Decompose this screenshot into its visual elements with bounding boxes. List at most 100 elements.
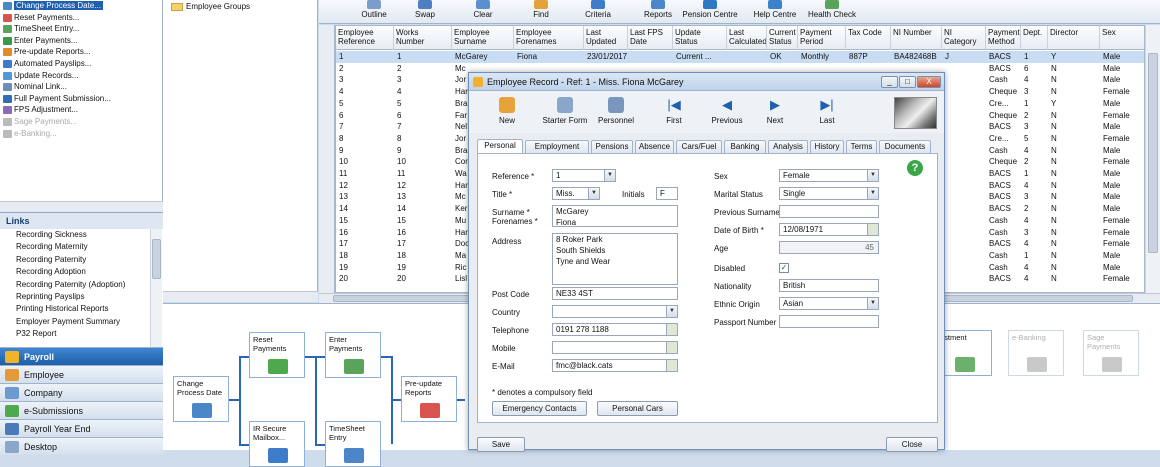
nav-payroll-year-end[interactable]: Payroll Year End bbox=[0, 419, 163, 437]
process-item[interactable]: Pre-update Reports... bbox=[0, 46, 162, 58]
grid-column-header[interactable]: Current Status bbox=[767, 26, 798, 50]
dropdown-arrow-icon[interactable]: ▼ bbox=[867, 188, 878, 199]
toolbar-swap-button[interactable]: Swap bbox=[396, 0, 454, 22]
disabled-checkbox[interactable]: ✓ bbox=[779, 263, 789, 273]
nationality-field[interactable]: British bbox=[779, 279, 879, 292]
nav-company[interactable]: Company bbox=[0, 383, 163, 401]
grid-vertical-scrollbar[interactable] bbox=[1145, 25, 1160, 293]
surname-forenames-field[interactable]: McGarey Fiona bbox=[552, 205, 678, 227]
tree-item-employee-groups[interactable]: Employee Groups bbox=[171, 2, 250, 11]
link-item[interactable]: Reprinting Payslips bbox=[0, 291, 163, 303]
process-item[interactable]: FPS Adjustment... bbox=[0, 104, 162, 116]
email-field[interactable]: fmc@black.cats bbox=[552, 359, 678, 372]
dropdown-arrow-icon[interactable]: ▼ bbox=[867, 170, 878, 181]
grid-column-header[interactable]: Tax Code bbox=[846, 26, 891, 50]
table-row[interactable]: 1 1 McGarey Fiona 23/01/2017 Current ... OK Mon… bbox=[336, 51, 1144, 63]
dialog-starter-form-button[interactable]: Starter Form bbox=[541, 97, 589, 125]
grid-column-header[interactable]: Dept. bbox=[1021, 26, 1048, 50]
tab-absence[interactable]: Absence bbox=[635, 140, 674, 153]
process-tree-scrollbar[interactable] bbox=[0, 201, 163, 212]
address-field[interactable]: 8 Roker Park South Shields Tyne and Wear bbox=[552, 233, 678, 285]
process-item[interactable]: Update Records... bbox=[0, 70, 162, 82]
dialog-previous-button[interactable]: ◀ Previous bbox=[707, 97, 747, 125]
process-item[interactable]: Full Payment Submission... bbox=[0, 93, 162, 105]
calendar-icon[interactable] bbox=[867, 224, 878, 235]
toolbar-health-check-button[interactable]: Health Check bbox=[803, 0, 861, 22]
grid-column-header[interactable]: Sex bbox=[1100, 26, 1144, 50]
dropdown-arrow-icon[interactable]: ▼ bbox=[867, 298, 878, 309]
grid-column-header[interactable]: Last Updated bbox=[584, 26, 628, 50]
workflow-step[interactable]: Change Process Date bbox=[173, 376, 229, 422]
toolbar-pension-centre-button[interactable]: Pension Centre bbox=[681, 0, 739, 22]
folder-tree-scrollbar[interactable] bbox=[163, 291, 318, 302]
grid-column-header[interactable]: Last Calculated bbox=[727, 26, 767, 50]
link-item[interactable]: Printing Historical Reports bbox=[0, 303, 163, 315]
country-select[interactable]: ▼ bbox=[552, 305, 678, 318]
phone-icon[interactable] bbox=[666, 342, 677, 353]
grid-column-header[interactable]: Employee Surname bbox=[452, 26, 514, 50]
reference-select[interactable]: 1 ▼ bbox=[552, 169, 616, 182]
dialog-last-button[interactable]: ▶| Last bbox=[812, 97, 842, 125]
toolbar-help-centre-button[interactable]: Help Centre bbox=[746, 0, 804, 22]
telephone-field[interactable]: 0191 278 1188 bbox=[552, 323, 678, 336]
toolbar-outline-button[interactable]: Outline bbox=[345, 0, 403, 22]
process-item[interactable]: Nominal Link... bbox=[0, 81, 162, 93]
link-item[interactable]: Recording Maternity bbox=[0, 241, 163, 253]
grid-column-header[interactable]: Payment Method bbox=[986, 26, 1021, 50]
process-item[interactable]: Automated Payslips... bbox=[0, 58, 162, 70]
toolbar-reports-button[interactable]: Reports bbox=[629, 0, 687, 22]
previous-surname-field[interactable] bbox=[779, 205, 879, 218]
dialog-next-button[interactable]: ▶ Next bbox=[760, 97, 790, 125]
link-item[interactable]: P32 Report bbox=[0, 328, 163, 340]
workflow-step[interactable]: TimeSheet Entry bbox=[325, 421, 381, 467]
tab-documents[interactable]: Documents bbox=[879, 140, 931, 153]
process-item[interactable]: Reset Payments... bbox=[0, 12, 162, 24]
personal-cars-button[interactable]: Personal Cars bbox=[597, 401, 678, 416]
minimize-button[interactable]: _ bbox=[881, 76, 898, 88]
workflow-step[interactable]: Reset Payments bbox=[249, 332, 305, 378]
toolbar-clear-button[interactable]: Clear bbox=[454, 0, 512, 22]
toolbar-criteria-button[interactable]: Criteria bbox=[569, 0, 627, 22]
postcode-field[interactable]: NE33 4ST bbox=[552, 287, 678, 300]
passport-number-field[interactable] bbox=[779, 315, 879, 328]
emergency-contacts-button[interactable]: Emergency Contacts bbox=[492, 401, 587, 416]
links-scrollbar[interactable] bbox=[150, 229, 162, 347]
mobile-field[interactable] bbox=[552, 341, 678, 354]
grid-column-header[interactable]: Director bbox=[1048, 26, 1100, 50]
process-item[interactable]: Enter Payments... bbox=[0, 35, 162, 47]
toolbar-find-button[interactable]: Find bbox=[512, 0, 570, 22]
link-item[interactable]: Recording Paternity bbox=[0, 254, 163, 266]
ethnic-origin-select[interactable]: Asian ▼ bbox=[779, 297, 879, 310]
tab-terms[interactable]: Terms bbox=[846, 140, 877, 153]
link-item[interactable]: Recording Sickness bbox=[0, 229, 163, 241]
dropdown-arrow-icon[interactable]: ▼ bbox=[588, 188, 599, 199]
grid-column-header[interactable]: Employee Reference bbox=[336, 26, 394, 50]
help-icon[interactable]: ? bbox=[907, 160, 923, 176]
grid-column-header[interactable]: Update Status bbox=[673, 26, 727, 50]
tab-banking[interactable]: Banking bbox=[724, 140, 766, 153]
dialog-new-button[interactable]: New bbox=[487, 97, 527, 125]
dropdown-arrow-icon[interactable]: ▼ bbox=[666, 306, 677, 317]
grid-column-header[interactable]: Works Number bbox=[394, 26, 452, 50]
link-item[interactable]: Employer Payment Summary bbox=[0, 316, 163, 328]
tab-history[interactable]: History bbox=[810, 140, 844, 153]
workflow-step[interactable]: Pre-update Reports bbox=[401, 376, 457, 422]
initials-field[interactable]: F bbox=[656, 187, 678, 200]
nav-desktop[interactable]: Desktop bbox=[0, 437, 163, 455]
nav-payroll[interactable]: Payroll bbox=[0, 347, 163, 365]
nav-e-submissions[interactable]: e-Submissions bbox=[0, 401, 163, 419]
process-item[interactable]: TimeSheet Entry... bbox=[0, 23, 162, 35]
tab-analysis[interactable]: Analysis bbox=[768, 140, 808, 153]
email-icon[interactable] bbox=[666, 360, 677, 371]
marital-status-select[interactable]: Single ▼ bbox=[779, 187, 879, 200]
dialog-personnel-button[interactable]: Personnel bbox=[594, 97, 638, 125]
dropdown-arrow-icon[interactable]: ▼ bbox=[604, 170, 615, 181]
link-item[interactable]: Recording Paternity (Adoption) bbox=[0, 279, 163, 291]
link-item[interactable]: Recording Adoption bbox=[0, 266, 163, 278]
nav-employee[interactable]: Employee bbox=[0, 365, 163, 383]
workflow-step[interactable]: Enter Payments bbox=[325, 332, 381, 378]
grid-column-header[interactable]: NI Number bbox=[891, 26, 942, 50]
workflow-step[interactable]: IR Secure Mailbox... bbox=[249, 421, 305, 467]
maximize-button[interactable]: □ bbox=[899, 76, 916, 88]
tab-pensions[interactable]: Pensions bbox=[591, 140, 633, 153]
